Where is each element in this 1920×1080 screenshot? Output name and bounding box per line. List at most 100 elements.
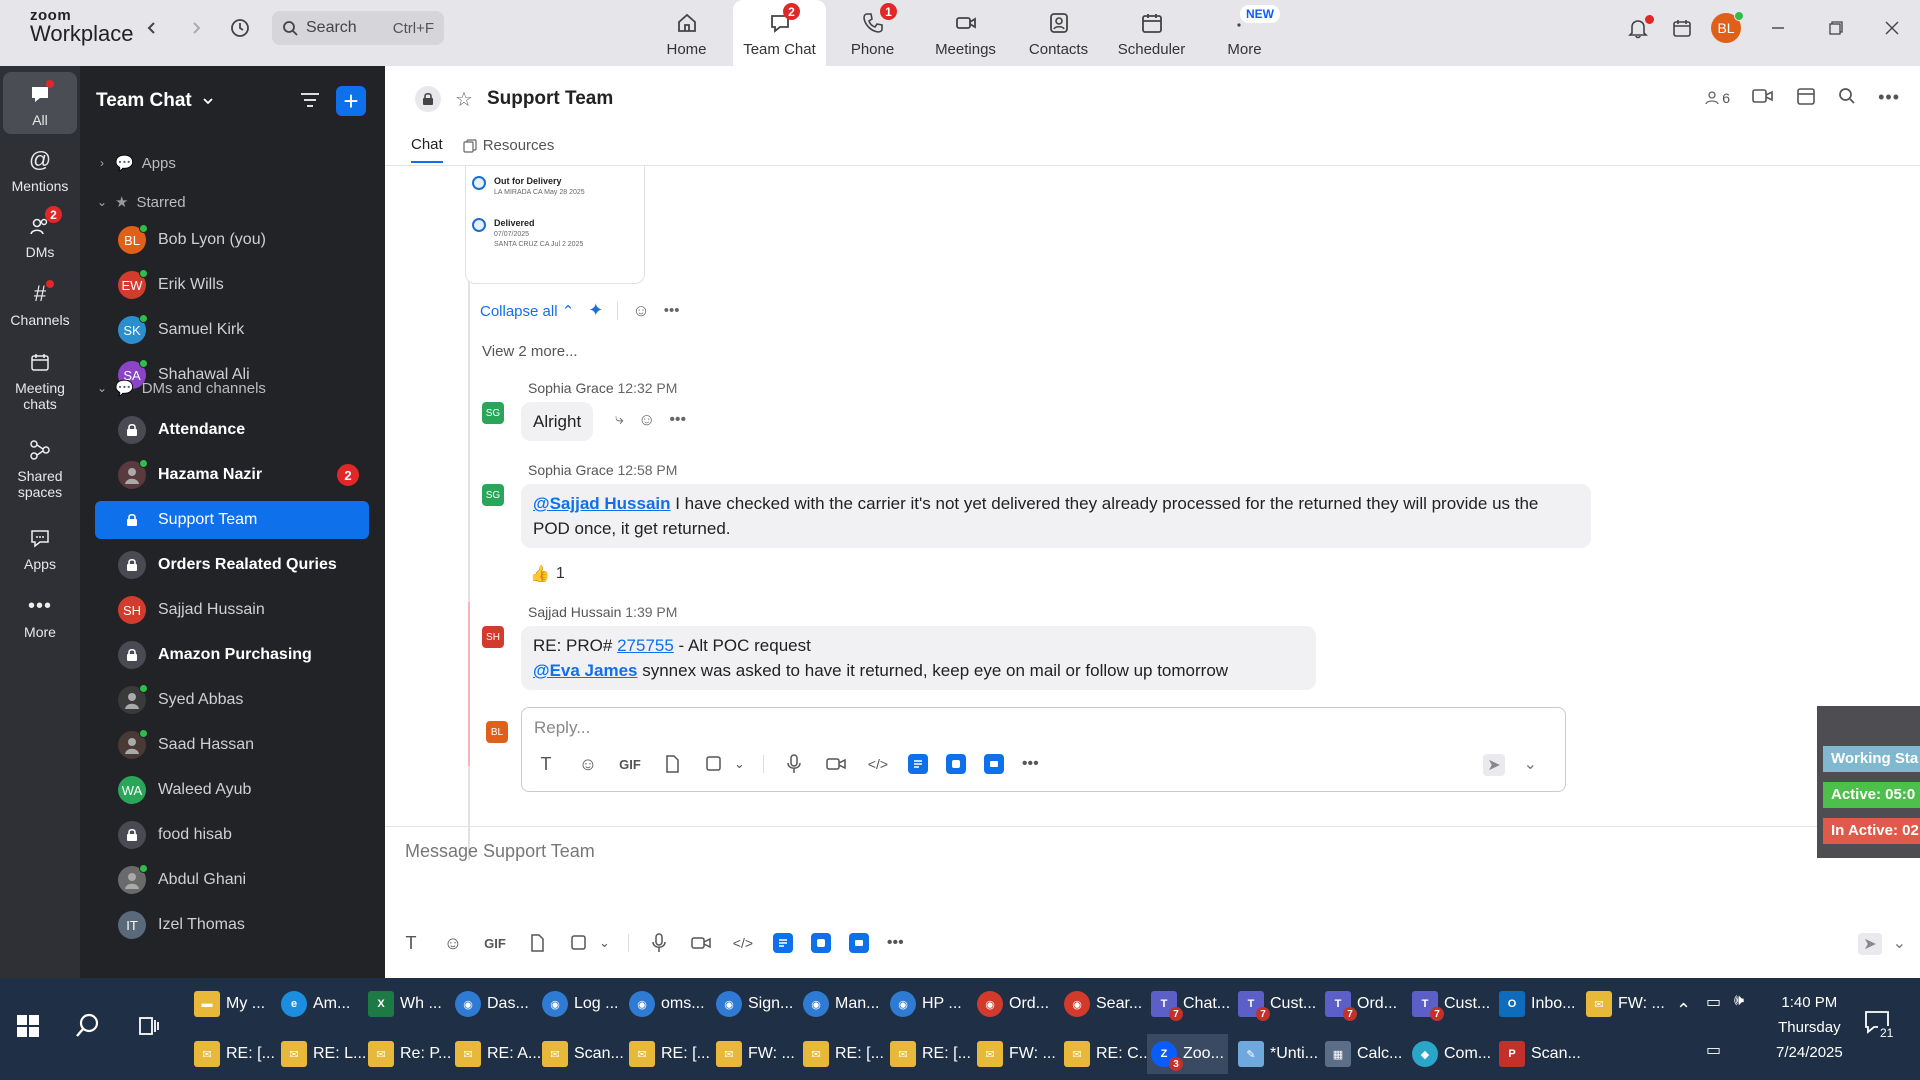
sidebar-item-channel[interactable]: Abdul Ghani: [95, 861, 369, 899]
tab-more[interactable]: NEW More: [1198, 0, 1291, 66]
restore-window-icon[interactable]: [1808, 21, 1864, 35]
view-more-replies[interactable]: View 2 more...: [482, 343, 578, 360]
sidebar-item-channel[interactable]: Amazon Purchasing: [95, 636, 369, 674]
tab-meetings[interactable]: Meetings: [919, 0, 1012, 66]
app-icon-whiteboard[interactable]: [848, 933, 869, 953]
collapse-all-button[interactable]: Collapse all ⌃: [480, 302, 574, 320]
user-avatar[interactable]: BL: [1704, 11, 1748, 43]
rail-item-dms[interactable]: 2 DMs: [3, 206, 77, 260]
more-options-icon[interactable]: •••: [1022, 755, 1039, 773]
sidebar-item-channel[interactable]: WA Waleed Ayub: [95, 771, 369, 809]
screenshot-icon[interactable]: [567, 931, 591, 955]
tab-team-chat[interactable]: 2 Team Chat: [733, 0, 826, 66]
sidebar-item-channel[interactable]: Hazama Nazir 2: [95, 456, 369, 494]
avatar[interactable]: SG: [482, 402, 504, 424]
reaction-chip[interactable]: 👍 1: [530, 564, 565, 584]
sidebar-item-channel[interactable]: Orders Realated Quries: [95, 546, 369, 584]
task-view-icon[interactable]: [137, 1014, 161, 1043]
sidebar-item-channel[interactable]: food hisab: [95, 816, 369, 854]
taskbar-app-button[interactable]: ✉ FW: ...: [973, 1034, 1060, 1074]
app-icon-docs[interactable]: [907, 754, 928, 774]
avatar[interactable]: SG: [482, 484, 504, 506]
chevron-up-icon[interactable]: ⌃: [1676, 1000, 1691, 1021]
taskbar-app-button[interactable]: ✉ Scan...: [538, 1034, 628, 1074]
tab-home[interactable]: Home: [640, 0, 733, 66]
mention-link[interactable]: @Eva James: [533, 661, 637, 680]
add-reaction-icon[interactable]: ☺: [638, 410, 655, 430]
new-chat-button[interactable]: +: [336, 86, 366, 116]
code-snippet-icon[interactable]: </>: [866, 752, 890, 776]
emoji-icon[interactable]: ☺: [441, 931, 465, 955]
sidebar-item-starred[interactable]: BL Bob Lyon (you): [95, 221, 369, 259]
tab-resources[interactable]: Resources: [463, 136, 554, 163]
sidebar-item-starred[interactable]: EW Erik Wills: [95, 266, 369, 304]
rail-item-meeting-chats[interactable]: Meeting chats: [3, 348, 77, 412]
send-icon[interactable]: ➤: [1483, 754, 1505, 776]
search-box[interactable]: Search Ctrl+F: [272, 11, 444, 45]
tab-phone[interactable]: 1 Phone: [826, 0, 919, 66]
sender-name[interactable]: Sophia Grace: [528, 380, 614, 396]
taskbar-app-button[interactable]: ✉ RE: [...: [625, 1034, 714, 1074]
avatar[interactable]: SH: [482, 626, 504, 648]
taskbar-app-button[interactable]: X Wh ...: [364, 984, 446, 1024]
text-format-icon[interactable]: T: [534, 752, 558, 776]
mention-link[interactable]: @Sajjad Hussain: [533, 494, 671, 513]
video-call-icon[interactable]: [1752, 87, 1774, 108]
app-icon-clips[interactable]: [810, 933, 831, 953]
text-format-icon[interactable]: T: [399, 931, 423, 955]
taskbar-app-button[interactable]: ✉ RE: L...: [277, 1034, 370, 1074]
rail-item-more[interactable]: ••• More: [3, 592, 77, 640]
taskbar-app-button[interactable]: e Am...: [277, 984, 354, 1024]
close-window-icon[interactable]: [1864, 21, 1920, 35]
tab-scheduler[interactable]: Scheduler: [1105, 0, 1198, 66]
taskbar-app-button[interactable]: ▦ Calc...: [1321, 1034, 1406, 1074]
gif-icon[interactable]: GIF: [483, 931, 507, 955]
sidebar-item-channel[interactable]: SH Sajjad Hussain: [95, 591, 369, 629]
file-icon[interactable]: [525, 931, 549, 955]
chevron-down-icon[interactable]: ⌄: [734, 756, 745, 772]
rail-item-all[interactable]: All: [3, 72, 77, 134]
video-message-icon[interactable]: [689, 931, 713, 955]
minimize-window-icon[interactable]: [1748, 21, 1808, 35]
more-options-icon[interactable]: •••: [664, 302, 680, 319]
taskbar-app-button[interactable]: ✉ RE: [...: [190, 1034, 279, 1074]
reply-in-thread-icon[interactable]: ⤷: [615, 411, 624, 429]
notification-center-icon[interactable]: 21: [1864, 1010, 1896, 1040]
taskbar-app-button[interactable]: O Inbo...: [1495, 984, 1579, 1024]
rail-item-shared-spaces[interactable]: Shared spaces: [3, 436, 77, 500]
more-options-icon[interactable]: •••: [669, 411, 686, 429]
sidebar-section-dms[interactable]: ⌄ 💬 DMs and channels: [95, 369, 369, 407]
star-outline-icon[interactable]: ☆: [455, 87, 473, 112]
chevron-down-icon[interactable]: ⌄: [1524, 754, 1537, 774]
send-icon[interactable]: ➤: [1858, 933, 1882, 955]
sidebar-item-channel[interactable]: Support Team: [95, 501, 369, 539]
sidebar-title[interactable]: Team Chat: [96, 90, 214, 112]
taskbar-app-button[interactable]: T 7 Cust...: [1408, 984, 1494, 1024]
app-icon-clips[interactable]: [945, 754, 966, 774]
windows-start-icon[interactable]: [16, 1014, 40, 1038]
tracking-card[interactable]: Out for Delivery LA MIRADA CA May 28 2025…: [465, 166, 645, 284]
taskbar-app-button[interactable]: ✉ RE: A...: [451, 1034, 545, 1074]
notifications-bell-icon[interactable]: [1616, 15, 1660, 39]
sender-name[interactable]: Sajjad Hussain: [528, 604, 621, 620]
microphone-icon[interactable]: [647, 931, 671, 955]
taskbar-app-button[interactable]: ✉ Re: P...: [364, 1034, 455, 1074]
taskbar-app-button[interactable]: ◉ Ord...: [973, 984, 1053, 1024]
sidebar-item-starred[interactable]: SK Samuel Kirk: [95, 311, 369, 349]
sidebar-section-apps[interactable]: › 💬 Apps: [95, 144, 369, 182]
taskbar-app-button[interactable]: P Scan...: [1495, 1034, 1585, 1074]
sidebar-item-channel[interactable]: Attendance: [95, 411, 369, 449]
sidebar-item-channel[interactable]: IT Izel Thomas: [95, 906, 369, 944]
calendar-icon[interactable]: [1660, 17, 1704, 39]
taskbar-app-button[interactable]: ◉ Sear...: [1060, 984, 1146, 1024]
taskbar-app-button[interactable]: ✉ RE: [...: [886, 1034, 975, 1074]
taskbar-clock[interactable]: 1:40 PM Thursday 7/24/2025: [1776, 990, 1843, 1065]
more-options-icon[interactable]: •••: [1878, 87, 1900, 108]
taskbar-app-button[interactable]: ◆ Com...: [1408, 1034, 1495, 1074]
rail-item-mentions[interactable]: @ Mentions: [3, 146, 77, 195]
taskbar-app-button[interactable]: ✉ RE: [...: [799, 1034, 888, 1074]
message-composer[interactable]: Message Support Team T ☺ GIF ⌄ </> ••• ➤…: [385, 826, 1920, 978]
taskbar-app-button[interactable]: T 7 Cust...: [1234, 984, 1320, 1024]
tab-chat[interactable]: Chat: [411, 136, 443, 163]
reply-box[interactable]: Reply... T ☺ GIF ⌄ </> ••• ➤ ⌄: [521, 707, 1566, 792]
